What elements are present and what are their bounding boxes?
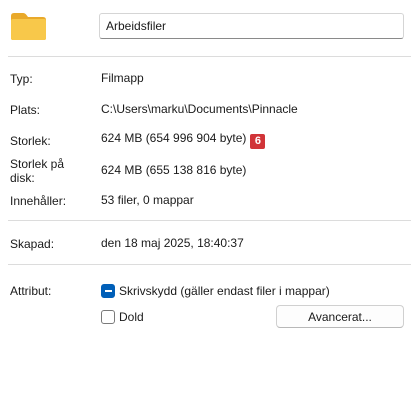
advanced-button[interactable]: Avancerat...: [276, 305, 404, 328]
size-label: Storlek:: [10, 134, 51, 148]
location-value: C:\Users\marku\Documents\Pinnacle: [101, 102, 298, 116]
readonly-label[interactable]: Skrivskydd (gäller endast filer i mappar…: [119, 284, 330, 298]
size-value: 624 MB (654 996 904 byte): [101, 131, 247, 145]
hidden-checkbox[interactable]: [101, 310, 115, 324]
size-on-disk-label: Storlek på disk:: [10, 157, 65, 185]
separator: [8, 264, 411, 265]
size-row: 624 MB (654 996 904 byte) 6: [101, 131, 266, 149]
created-label: Skapad:: [10, 237, 55, 251]
contains-value: 53 filer, 0 mappar: [101, 193, 194, 207]
separator: [8, 56, 411, 57]
type-label: Typ:: [10, 72, 33, 86]
separator: [8, 220, 411, 221]
count-badge: 6: [250, 134, 266, 149]
readonly-checkbox-row[interactable]: Skrivskydd (gäller endast filer i mappar…: [101, 284, 330, 298]
contains-label: Innehåller:: [10, 194, 67, 208]
hidden-label[interactable]: Dold: [119, 310, 144, 324]
folder-icon: [10, 12, 47, 41]
readonly-checkbox[interactable]: [101, 284, 115, 298]
hidden-checkbox-row[interactable]: Dold: [101, 310, 144, 324]
created-value: den 18 maj 2025, 18:40:37: [101, 236, 244, 250]
folder-name-input[interactable]: [99, 13, 404, 39]
size-on-disk-value: 624 MB (655 138 816 byte): [101, 163, 247, 177]
type-value: Filmapp: [101, 71, 144, 85]
attributes-label: Attribut:: [10, 284, 52, 298]
location-label: Plats:: [10, 103, 41, 117]
